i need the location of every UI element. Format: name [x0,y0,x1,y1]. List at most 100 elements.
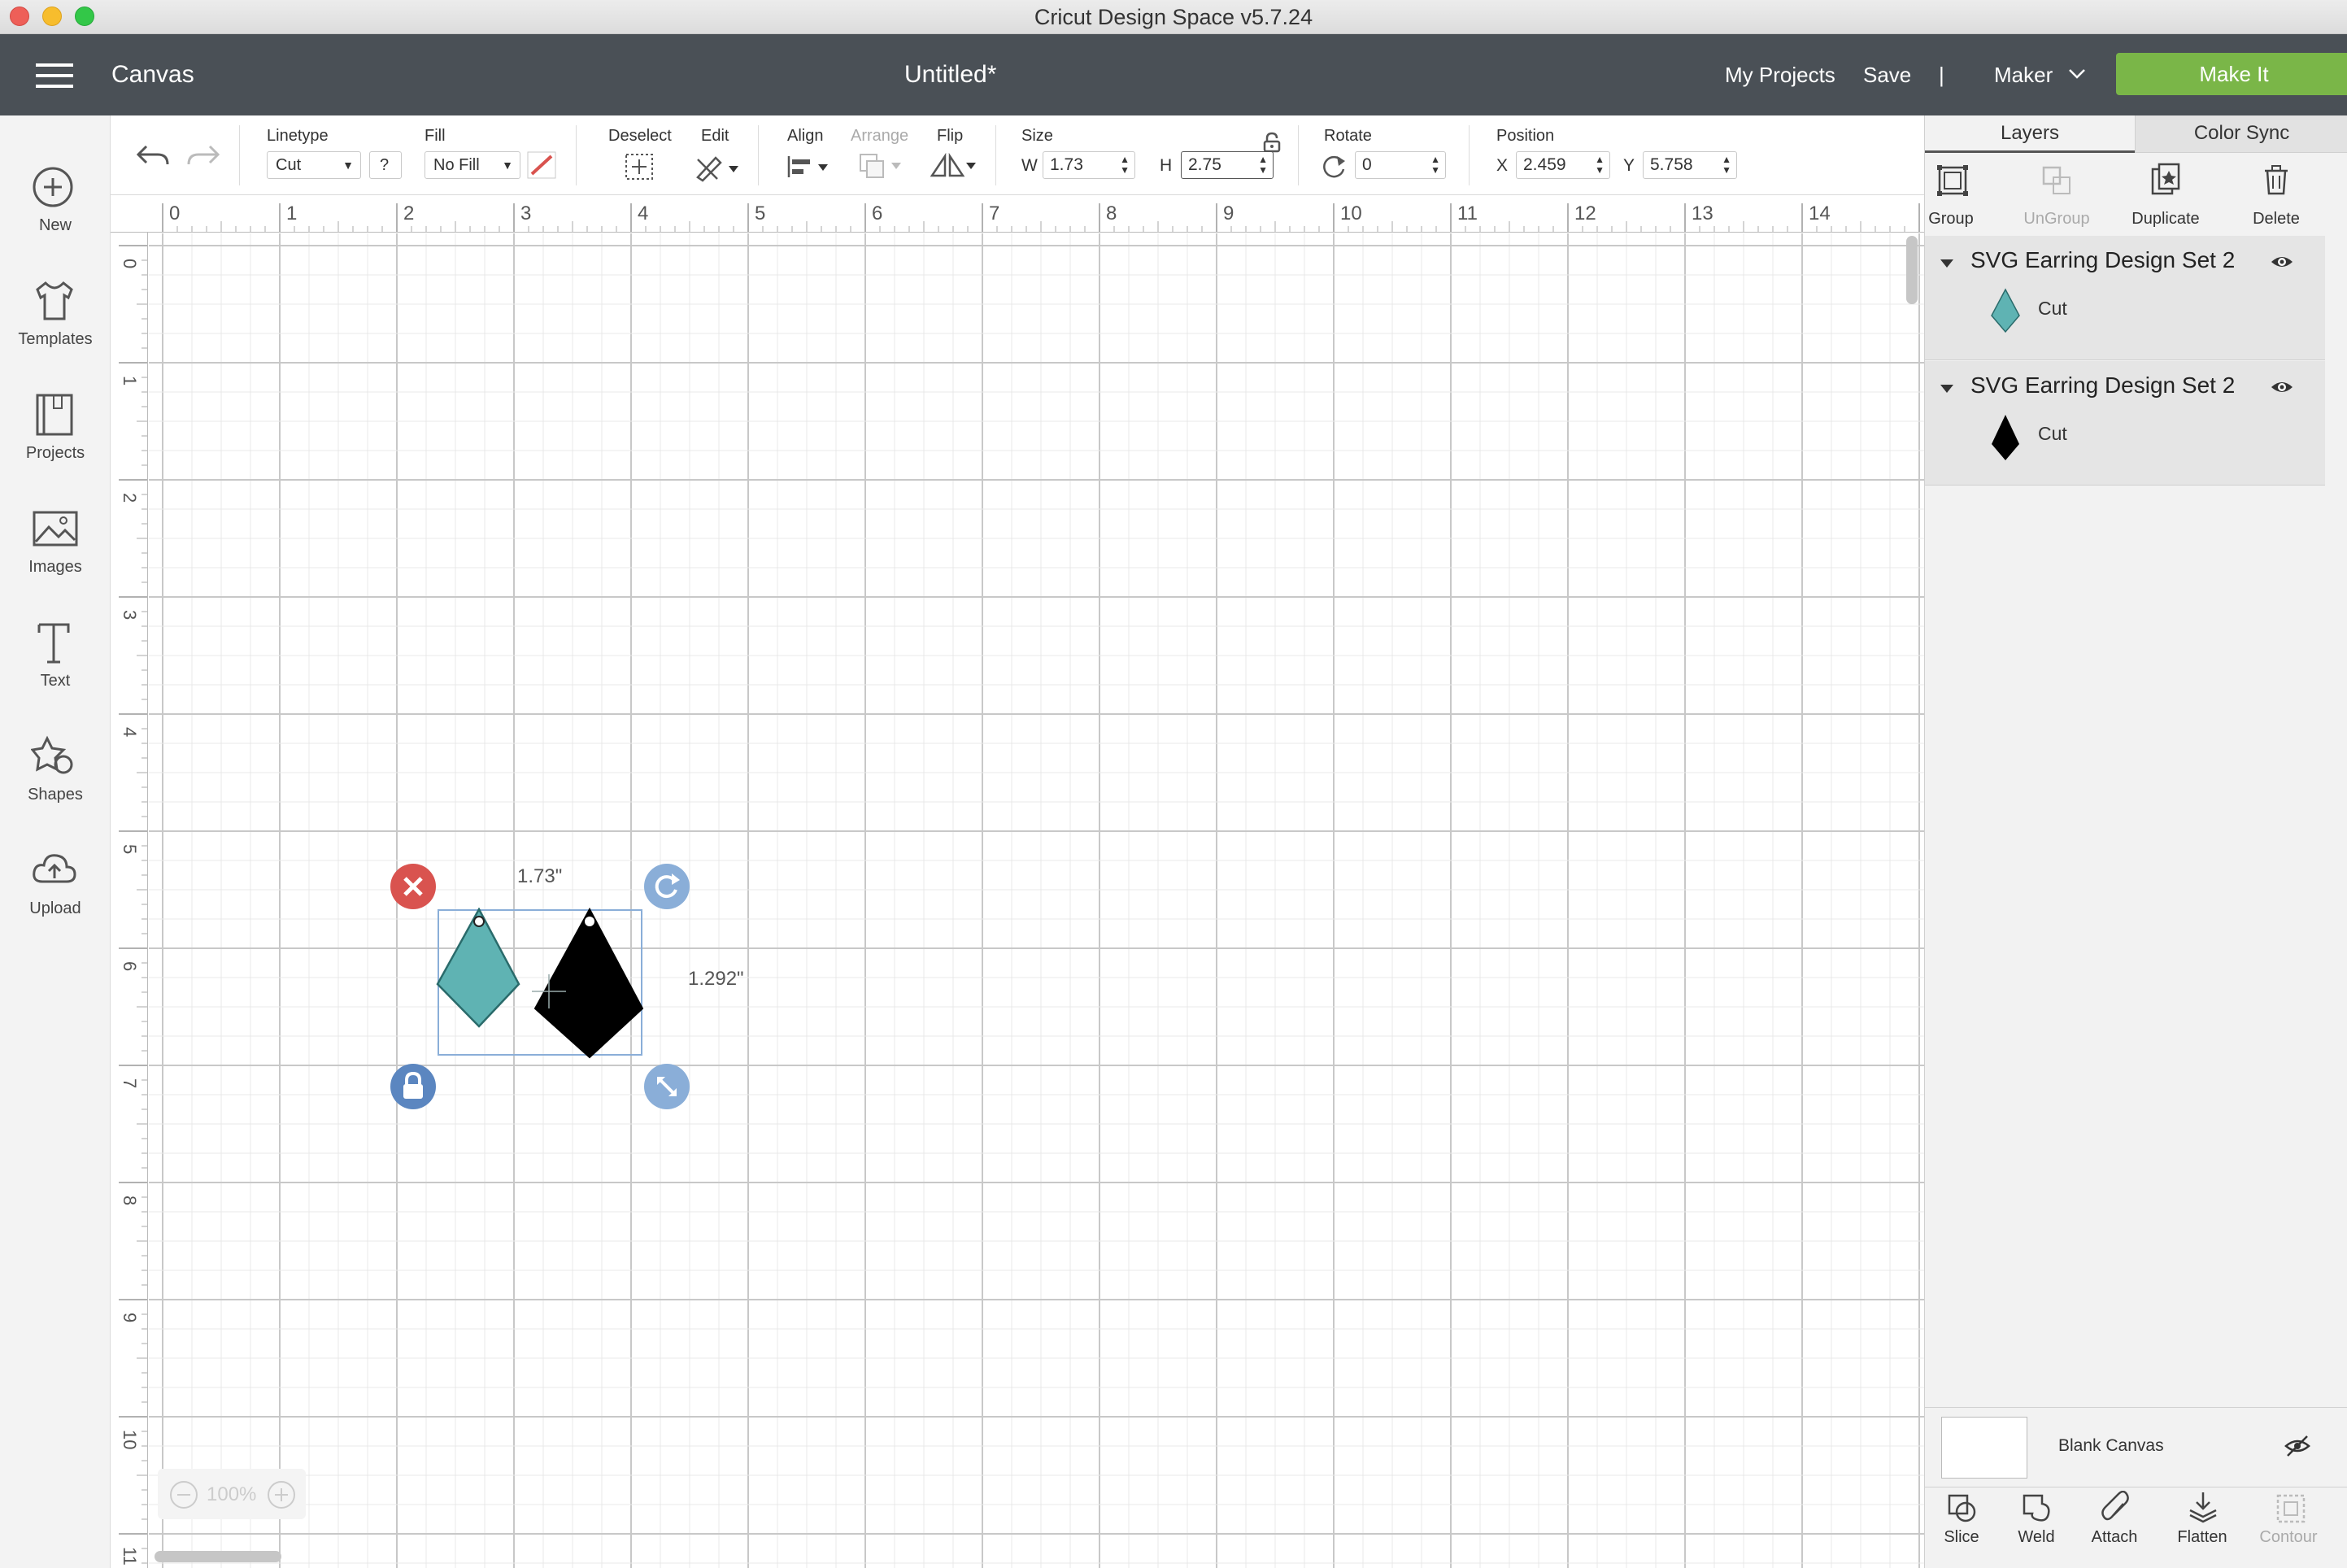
zoom-out-icon[interactable] [169,1480,198,1509]
machine-selector[interactable]: Maker [1994,63,2053,88]
sidebar-item-label: New [38,216,72,234]
width-stepper-icon[interactable]: ▲ ▼ [1120,155,1130,176]
redo-icon[interactable] [185,140,221,169]
position-label: Position [1496,127,1555,145]
weld-button[interactable]: Weld [2000,1486,2073,1559]
x-position-input[interactable]: 2.459 ▲ ▼ [1516,151,1610,179]
sidebar-item-images[interactable]: Images [0,481,111,587]
chevron-down-icon[interactable] [2068,68,2086,80]
flatten-button[interactable]: Flatten [2166,1486,2239,1559]
section-title: Canvas [111,61,194,88]
width-input[interactable]: 1.73 ▲ ▼ [1043,151,1135,179]
linetype-dropdown[interactable]: Cut ▼ [267,151,361,179]
sidebar-item-projects[interactable]: Projects [0,368,111,473]
slice-button[interactable]: Slice [1925,1486,1998,1559]
ruler-left-tick-label: 5 [120,844,140,854]
sidebar-item-upload[interactable]: Upload [0,823,111,929]
ruler-left: 0 1 2 3 4 5 6 7 8 9 10 11 [111,233,148,1568]
ruler-top-tick-label: 8 [1106,203,1117,224]
x-position-value: 2.459 [1523,155,1566,174]
fill-color-swatch-icon[interactable] [527,151,556,179]
app-window: Cricut Design Space v5.7.24 Canvas Untit… [0,0,2347,1568]
weld-icon [2023,1494,2050,1522]
fill-dropdown[interactable]: No Fill ▼ [425,151,520,179]
x-label: X [1496,156,1509,175]
plus-circle-icon [33,167,73,207]
delete-selection-icon[interactable] [389,862,438,911]
visibility-eye-icon[interactable] [2270,377,2294,397]
resize-handle-icon[interactable] [642,1062,691,1111]
ruler-top-tick-label: 1 [286,203,297,224]
layer-group-name: SVG Earring Design Set 2 [1970,247,2236,272]
horizontal-scrollbar[interactable] [155,1551,281,1562]
height-input[interactable]: 2.75 ▲ ▼ [1181,151,1274,179]
sidebar-item-label: Shapes [28,786,83,804]
ruler-left-tick-label: 0 [120,259,140,268]
align-label: Align [787,127,824,145]
ruler-top-tick-label: 7 [989,203,999,224]
save-button[interactable]: Save [1863,63,1911,88]
blank-canvas-swatch[interactable] [1941,1417,2027,1479]
deselect-icon[interactable] [623,151,655,182]
sidebar-item-label: Upload [29,899,81,917]
attach-button[interactable]: Attach [2078,1486,2151,1559]
edit-label: Edit [701,127,729,145]
duplicate-button[interactable]: Duplicate [2117,158,2214,231]
collapse-caret-icon[interactable] [1940,259,1954,268]
sidebar-item-shapes[interactable]: Shapes [0,709,111,815]
book-icon [36,394,73,436]
layer-item[interactable]: Cut [1970,278,2325,359]
y-stepper-icon[interactable]: ▲ ▼ [1722,155,1731,176]
design-canvas[interactable]: 012345678910111213141 01234567891011 1.7… [111,195,1924,1568]
linetype-help-button[interactable]: ? [369,151,402,179]
lock-handle-icon[interactable] [389,1062,438,1111]
hamburger-menu-icon[interactable] [36,63,73,88]
make-it-button[interactable]: Make It [2116,53,2347,95]
tab-color-sync[interactable]: Color Sync [2135,115,2347,153]
collapse-caret-icon[interactable] [1940,384,1954,394]
edit-toolbar: Linetype Cut ▼ ? Fill No Fill ▼ Deselect E… [111,115,1924,195]
vertical-scrollbar[interactable] [1906,236,1918,304]
sidebar-item-new[interactable]: New [0,140,111,246]
sidebar-item-text[interactable]: Text [0,595,111,701]
layer-linetype: Cut [2038,423,2067,444]
linetype-label: Linetype [267,127,329,145]
rotate-handle-icon[interactable] [642,862,691,911]
tab-layers[interactable]: Layers [1925,115,2135,153]
ruler-top-tick-label: 2 [403,203,414,224]
rotate-input[interactable]: 0 ▲ ▼ [1355,151,1446,179]
center-crosshair-icon [532,974,566,1008]
layer-item[interactable]: Cut [1970,403,2325,485]
rotate-stepper-icon[interactable]: ▲ ▼ [1430,155,1440,176]
hidden-eye-icon[interactable] [2284,1435,2310,1457]
height-stepper-icon[interactable]: ▲ ▼ [1258,155,1268,176]
image-icon [33,511,78,547]
zoom-level: 100% [207,1483,257,1505]
shapes-icon [31,735,73,774]
slice-icon [1948,1494,1976,1522]
y-position-input[interactable]: 5.758 ▲ ▼ [1643,151,1737,179]
undo-icon[interactable] [135,140,171,169]
layer-group[interactable]: SVG Earring Design Set 2 Cut [1925,236,2325,360]
delete-button[interactable]: Delete [2236,158,2317,231]
ungroup-icon [2042,166,2070,194]
selection-height-label: 1.292" [688,968,744,990]
visibility-eye-icon[interactable] [2270,252,2294,272]
flip-icon[interactable] [929,151,979,181]
text-t-icon [37,623,70,664]
align-icon[interactable] [786,153,834,181]
teal-earring-shape[interactable] [436,908,525,1030]
zoom-in-icon[interactable] [267,1480,296,1509]
sidebar-item-templates[interactable]: Templates [0,254,111,359]
my-projects-link[interactable]: My Projects [1725,63,1835,88]
delete-label: Delete [2253,210,2300,228]
document-title[interactable]: Untitled* [904,61,996,89]
x-stepper-icon[interactable]: ▲ ▼ [1595,155,1605,176]
trash-icon [2265,165,2288,195]
lock-proportions-icon[interactable] [1262,132,1282,153]
weld-label: Weld [2018,1528,2055,1546]
ruler-left-tick-label: 10 [120,1430,140,1449]
group-button[interactable]: Group [1902,158,2000,231]
layer-group[interactable]: SVG Earring Design Set 2 Cut [1925,361,2325,486]
edit-tools-icon[interactable] [693,151,742,182]
